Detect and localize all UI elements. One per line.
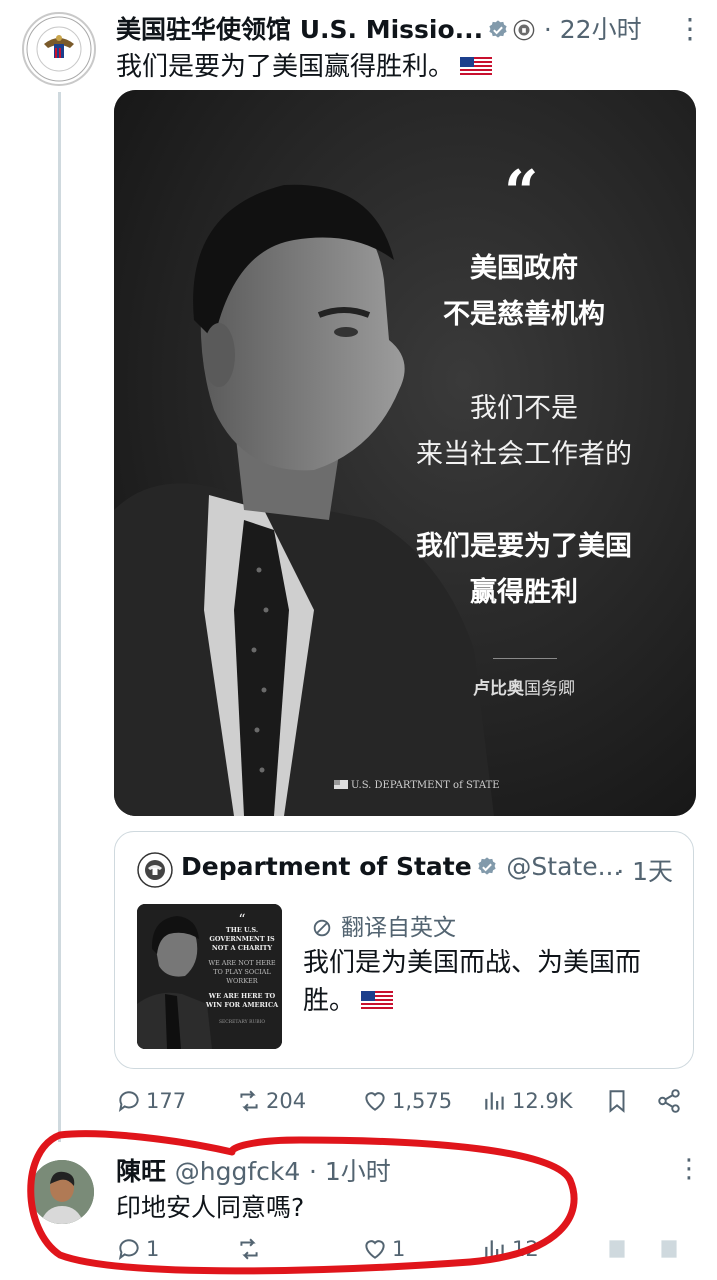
- quote-line-1a: 美国政府: [470, 253, 578, 284]
- reply-bookmark-button[interactable]: [604, 1236, 634, 1262]
- quote-line-2a: 我们不是: [470, 393, 578, 424]
- reply-handle: @hggfck4: [174, 1157, 301, 1186]
- us-flag-icon: [460, 57, 493, 77]
- signature-divider: [493, 658, 557, 659]
- signature-title: 国务卿: [524, 679, 575, 699]
- verified-badge-icon: [489, 20, 507, 38]
- views-count: 12.9K: [512, 1089, 573, 1113]
- tweet-text: 我们是要为了美国赢得胜利。: [116, 46, 493, 83]
- repost-icon: [240, 1090, 258, 1112]
- reply-text: 印地安人同意嗎?: [116, 1193, 305, 1222]
- tweet-author-line[interactable]: 美国驻华使领馆 U.S. Missio... · 22小时: [116, 10, 642, 46]
- affiliate-seal-icon: [513, 19, 535, 41]
- reply-views-button[interactable]: 12: [482, 1236, 539, 1262]
- thumb-line-2: WE ARE NOT HERE TO PLAY SOCIAL WORKER: [208, 959, 276, 985]
- reply-icon: [118, 1091, 139, 1112]
- reply-more-vertical-icon[interactable]: ⋮: [676, 1154, 702, 1184]
- quoted-image-thumbnail[interactable]: “ THE U.S. GOVERNMENT IS NOT A CHARITY W…: [137, 904, 282, 1049]
- repost-count: 204: [266, 1089, 307, 1113]
- signature-name: 卢比奥: [473, 679, 524, 699]
- translation-label-text: 翻译自英文: [341, 915, 456, 941]
- dos-footer: U.S. DEPARTMENT of STATE: [334, 780, 500, 791]
- reply-author-name[interactable]: 陳旺: [116, 1157, 166, 1186]
- dos-footer-text: U.S. DEPARTMENT of STATE: [351, 780, 500, 791]
- reply-like-count: 1: [392, 1237, 406, 1261]
- reply-views-count: 12: [512, 1237, 539, 1261]
- share-icon: [661, 1240, 677, 1258]
- thread-line: [58, 92, 61, 1142]
- reply-count: 177: [146, 1089, 187, 1113]
- analytics-icon: [485, 1092, 504, 1110]
- reply-action-bar: 1 1 12: [116, 1236, 696, 1276]
- more-vertical-icon[interactable]: ⋮: [676, 12, 704, 45]
- thumb-quote-mark: “: [238, 912, 246, 928]
- quote-mark-icon: “: [504, 158, 539, 228]
- reply-button[interactable]: 177: [116, 1088, 186, 1114]
- quoted-tweet-card[interactable]: Department of State @State... · 1天 “ THE…: [114, 831, 694, 1069]
- thumbnail-text: “ THE U.S. GOVERNMENT IS NOT A CHARITY W…: [205, 912, 279, 1027]
- reply-reply-button[interactable]: 1: [116, 1236, 159, 1262]
- thumb-line-3: WE ARE HERE TO WIN FOR AMERICA: [205, 992, 279, 1009]
- share-button[interactable]: [656, 1088, 686, 1114]
- translate-icon: [313, 919, 331, 937]
- reply-author-line[interactable]: 陳旺 @hggfck4 · 1小时: [116, 1152, 391, 1188]
- author-name[interactable]: 美国驻华使领馆 U.S. Missio...: [116, 15, 483, 44]
- bookmark-icon: [609, 1090, 625, 1113]
- quote-line-2b: 来当社会工作者的: [416, 439, 632, 470]
- repost-button[interactable]: 204: [236, 1088, 306, 1114]
- quoted-text: 我们是为美国而战、为美国而胜。: [303, 944, 673, 1020]
- quoted-handle: @State...: [506, 852, 622, 881]
- us-flag-icon: [334, 780, 348, 789]
- tweet-action-bar: 177 204 1,575 12.9K: [116, 1088, 696, 1122]
- bookmark-button[interactable]: [604, 1088, 634, 1114]
- heart-icon: [365, 1092, 385, 1111]
- like-button[interactable]: 1,575: [362, 1088, 452, 1114]
- quote-line-3a: 我们是要为了美国: [416, 531, 632, 562]
- quoted-time[interactable]: · 1天: [616, 852, 673, 888]
- quote-line-3b: 赢得胜利: [470, 577, 578, 608]
- translation-label[interactable]: 翻译自英文: [311, 908, 456, 942]
- tweet-text-content: 我们是要为了美国赢得胜利。: [116, 52, 455, 82]
- views-button[interactable]: 12.9K: [482, 1088, 573, 1114]
- repost-icon: [240, 1238, 258, 1260]
- quote-line-1b: 不是慈善机构: [443, 299, 605, 330]
- reply-share-button[interactable]: [656, 1236, 686, 1262]
- department-seal-avatar[interactable]: [137, 852, 173, 888]
- tweet-image[interactable]: “ 美国政府 不是慈善机构 我们不是 来当社会工作者的 我们是要为了美国 赢得胜…: [114, 90, 696, 816]
- verified-badge-icon: [478, 857, 496, 875]
- thumb-line-1: THE U.S. GOVERNMENT IS NOT A CHARITY: [209, 926, 275, 952]
- quoted-author-name[interactable]: Department of State: [181, 852, 472, 881]
- quoted-author[interactable]: Department of State @State...: [181, 852, 621, 881]
- us-flag-icon: [361, 991, 394, 1011]
- signature: 卢比奥国务卿: [424, 674, 624, 699]
- reply-reply-count: 1: [146, 1237, 160, 1261]
- reply-time[interactable]: · 1小时: [309, 1157, 391, 1186]
- reply-like-button[interactable]: 1: [362, 1236, 405, 1262]
- heart-icon: [365, 1240, 385, 1259]
- share-icon: [658, 1089, 680, 1113]
- bookmark-icon: [609, 1240, 625, 1258]
- reply-avatar[interactable]: [30, 1160, 94, 1224]
- analytics-icon: [485, 1240, 504, 1258]
- tweet-time[interactable]: · 22小时: [544, 15, 642, 44]
- thumb-line-4: SECRETARY RUBIO: [218, 1020, 266, 1025]
- reply-icon: [118, 1239, 139, 1260]
- like-count: 1,575: [392, 1089, 453, 1113]
- reply-repost-button[interactable]: [236, 1236, 266, 1262]
- embassy-seal-avatar[interactable]: [22, 12, 96, 86]
- quoted-text-content: 我们是为美国而战、为美国而胜。: [303, 948, 642, 1016]
